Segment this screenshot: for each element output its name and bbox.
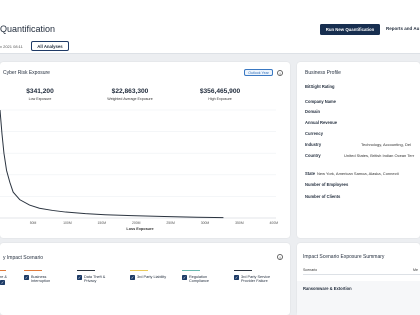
impact-scenario-card: y Impact Scenario i re & ✓ ✓ Business Interr… [0, 243, 290, 315]
profile-label: Domain [305, 109, 321, 114]
chart-x-tick-label: 350M [235, 221, 244, 225]
high-exposure-label: High Exposure [208, 97, 232, 101]
reports-link[interactable]: Reports and Au [386, 26, 419, 31]
info-icon[interactable]: i [277, 254, 283, 260]
chart-series-line [0, 109, 224, 219]
chart-x-axis-label: Loss Exposure [126, 227, 153, 231]
page-title: Quantification [0, 24, 56, 34]
scenario-label: Business Interruption [31, 274, 51, 284]
business-profile-card: Business Profile BitSight Rating Company … [297, 62, 420, 238]
chart-x-tick-label: 400M [270, 221, 279, 225]
outlook-year-badge[interactable]: Outlook Year [244, 69, 273, 76]
summary-column-other: Me [413, 268, 418, 272]
loss-exposure-chart: 50M 100M 150M 200M 250M 300M 350M 400M Loss Expo… [0, 109, 279, 231]
profile-value: Technology, Accounting, Del [361, 142, 411, 147]
scenario-label: Regulation Compliance [189, 274, 210, 284]
chart-x-tick-label: 100M [63, 221, 72, 225]
profile-value: United States, British Indian Ocean Terr [344, 153, 415, 158]
weighted-average-exposure-value: $22,863,300 [111, 88, 149, 95]
checkbox-checked-icon[interactable]: ✓ [0, 280, 5, 285]
all-analyses-button[interactable]: All Analyses [31, 41, 69, 51]
profile-label: Country [305, 153, 321, 158]
cyber-risk-exposure-title: Cyber Risk Exposure [3, 70, 50, 76]
profile-label: Company Name [305, 99, 336, 104]
checkbox-checked-icon[interactable]: ✓ [77, 275, 82, 280]
scenario-label: Data Theft & Privacy [84, 274, 106, 284]
scenario-label: re & [0, 274, 7, 279]
profile-label: Annual Revenue [305, 120, 338, 125]
profile-value: New York, American Samoa, Alaska, Connec… [317, 171, 399, 176]
chart-x-tick-label: 300M [201, 221, 210, 225]
scenario-color-bar [130, 270, 148, 272]
analysis-date: v 2021 08:11 [0, 44, 23, 49]
checkbox-checked-icon[interactable]: ✓ [182, 275, 187, 280]
profile-label: State [305, 171, 316, 176]
summary-divider [303, 274, 420, 275]
summary-title: Impact Scenario Exposure Summary [303, 254, 385, 260]
run-new-quantification-button[interactable]: Run New Quantification [320, 24, 380, 35]
checkbox-checked-icon[interactable]: ✓ [130, 275, 135, 280]
cyber-risk-exposure-card: Cyber Risk Exposure Outlook Year i $341,… [0, 62, 290, 238]
low-exposure-label: Low Exposure [28, 97, 52, 101]
business-profile-title: Business Profile [305, 70, 341, 76]
chart-x-tick-label: 250M [166, 221, 175, 225]
profile-label: Currency [305, 131, 323, 136]
checkbox-checked-icon[interactable]: ✓ [234, 275, 239, 280]
profile-label: Number of Employees [305, 182, 349, 187]
scenario-label: 3rd Party Liability [137, 274, 167, 279]
impact-scenario-title: y Impact Scenario [3, 255, 44, 261]
impact-scenario-exposure-summary-card: Impact Scenario Exposure Summary Scenari… [297, 243, 420, 315]
page-header: Quantification Run New Quantification Re… [0, 0, 420, 54]
chart-x-tick-label: 200M [132, 221, 141, 225]
high-exposure-value: $356,465,900 [199, 88, 241, 95]
scenario-color-bar [182, 270, 200, 272]
scenario-label: 3rd Party Service Provider Failure [241, 274, 271, 284]
profile-label: Industry [305, 142, 322, 147]
scenario-color-bar [0, 270, 6, 272]
summary-row-ransomware[interactable]: Ransomware & Extortion [303, 286, 352, 291]
scenario-color-bar [24, 270, 42, 272]
profile-label: BitSight Rating [305, 84, 335, 89]
checkbox-checked-icon[interactable]: ✓ [24, 275, 29, 280]
profile-label: Number of Clients [305, 194, 341, 199]
low-exposure-value: $341,200 [26, 88, 54, 95]
chart-x-tick-label: 150M [98, 221, 107, 225]
info-icon[interactable]: i [277, 69, 283, 76]
chart-x-tick-label: 50M [30, 221, 37, 225]
scenario-color-bar [234, 270, 252, 272]
summary-column-scenario: Scenario [303, 268, 318, 272]
weighted-average-exposure-label: Weighted Average Exposure [107, 97, 153, 101]
scenario-color-bar [77, 270, 95, 272]
